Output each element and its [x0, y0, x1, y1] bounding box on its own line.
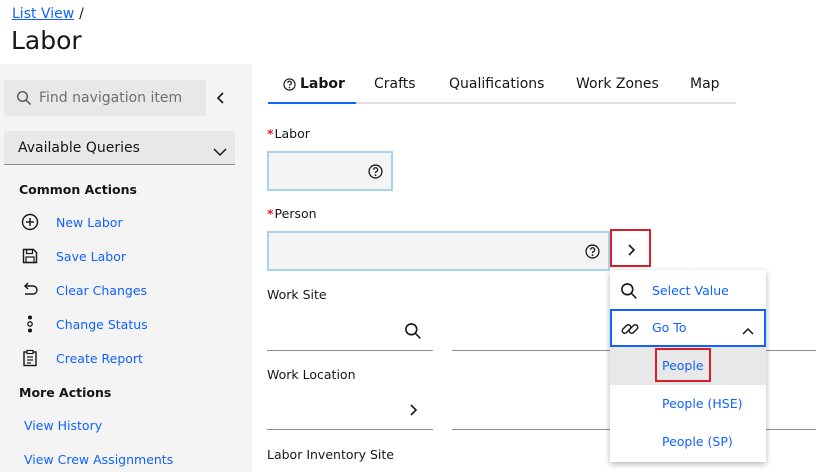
breadcrumb-separator: /	[79, 6, 84, 22]
search-icon	[405, 322, 421, 339]
clear-changes-label: Clear Changes	[56, 282, 148, 298]
menu-item-people-sp-label: People (SP)	[662, 434, 733, 449]
chevron-left-icon	[216, 92, 224, 104]
labor-field-label: *Labor	[267, 126, 310, 141]
highlight-box	[610, 229, 651, 267]
tab-labor-label: Labor	[300, 76, 345, 92]
sidebar: Find navigation item Available Queries C…	[0, 64, 252, 472]
available-queries-label: Available Queries	[18, 140, 140, 156]
tab-qualifications-label: Qualifications	[449, 76, 545, 92]
menu-item-people-hse-label: People (HSE)	[662, 396, 743, 411]
required-marker: *	[267, 206, 274, 221]
status-icon	[20, 314, 40, 334]
divider	[766, 429, 816, 430]
breadcrumb: List View /	[12, 6, 84, 22]
page-title: Labor	[11, 26, 82, 55]
nav-search-placeholder: Find navigation item	[39, 90, 183, 106]
search-icon	[16, 90, 32, 110]
person-context-menu: Select Value Go To People People (HSE) P…	[610, 270, 766, 462]
new-labor-label: New Labor	[56, 214, 123, 230]
collapse-sidebar-button[interactable]	[208, 80, 234, 116]
add-circle-icon	[20, 212, 40, 232]
nav-search-input[interactable]: Find navigation item	[4, 80, 206, 116]
tab-qualifications[interactable]: Qualifications	[426, 68, 558, 104]
link-icon	[620, 319, 640, 342]
work-location-detail-button[interactable]	[393, 390, 433, 430]
person-input[interactable]	[267, 231, 610, 271]
help-icon[interactable]	[368, 164, 383, 183]
create-report-label: Create Report	[56, 350, 143, 366]
tab-map-label: Map	[690, 76, 720, 92]
tab-work-zones[interactable]: Work Zones	[558, 68, 671, 104]
required-marker: *	[267, 126, 274, 141]
help-icon	[283, 78, 296, 95]
change-status-action[interactable]: Change Status	[20, 313, 148, 335]
menu-item-select-value-label: Select Value	[652, 283, 729, 298]
breadcrumb-list-view-link[interactable]: List View	[12, 6, 74, 22]
help-icon[interactable]	[585, 244, 600, 263]
clear-changes-action[interactable]: Clear Changes	[20, 279, 147, 301]
chevron-down-icon	[213, 142, 227, 161]
divider	[452, 429, 610, 430]
save-labor-label: Save Labor	[56, 248, 127, 264]
chevron-up-icon	[742, 323, 754, 338]
work-site-search-button[interactable]	[393, 311, 433, 351]
menu-item-people-sp[interactable]: People (SP)	[610, 423, 766, 461]
common-actions-heading: Common Actions	[19, 182, 137, 197]
divider	[766, 350, 816, 351]
labor-input[interactable]	[267, 151, 393, 191]
view-crew-assignments-link[interactable]: View Crew Assignments	[24, 452, 173, 467]
work-site-label: Work Site	[267, 287, 327, 302]
menu-item-go-to[interactable]: Go To	[610, 309, 766, 347]
tab-map[interactable]: Map	[671, 68, 736, 104]
report-icon	[20, 348, 40, 368]
new-labor-action[interactable]: New Labor	[20, 211, 123, 233]
tab-crafts-label: Crafts	[374, 76, 416, 92]
menu-item-go-to-label: Go To	[652, 320, 687, 335]
labor-inventory-site-label: Labor Inventory Site	[267, 447, 394, 462]
divider	[452, 350, 610, 351]
available-queries-dropdown[interactable]: Available Queries	[4, 131, 235, 165]
tab-work-zones-label: Work Zones	[576, 76, 659, 92]
work-location-input[interactable]	[267, 390, 393, 430]
save-labor-action[interactable]: Save Labor	[20, 245, 126, 267]
chevron-right-icon	[410, 403, 418, 416]
tab-crafts[interactable]: Crafts	[356, 68, 426, 104]
person-field-label: *Person	[267, 206, 317, 221]
save-icon	[20, 246, 40, 266]
more-actions-heading: More Actions	[19, 385, 112, 400]
menu-item-people-hse[interactable]: People (HSE)	[610, 385, 766, 423]
tab-labor[interactable]: Labor	[268, 68, 356, 104]
work-site-input[interactable]	[267, 311, 393, 351]
view-history-link[interactable]: View History	[24, 418, 102, 433]
create-report-action[interactable]: Create Report	[20, 347, 143, 369]
highlight-box	[655, 348, 711, 382]
change-status-label: Change Status	[56, 316, 148, 332]
search-icon	[620, 282, 638, 303]
work-location-label: Work Location	[267, 367, 356, 382]
undo-icon	[20, 280, 40, 300]
menu-item-select-value[interactable]: Select Value	[610, 272, 766, 310]
